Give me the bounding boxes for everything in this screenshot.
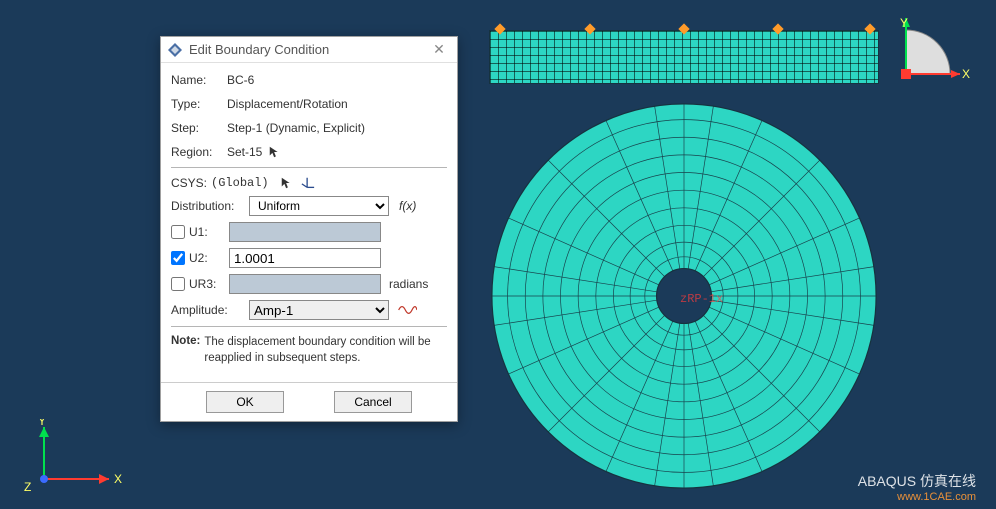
ur3-unit: radians (389, 277, 428, 291)
svg-text:Y: Y (900, 16, 908, 30)
u1-label: U1: (189, 225, 229, 239)
dialog-buttons: OK Cancel (161, 382, 457, 421)
type-label: Type: (171, 97, 227, 111)
note-text: The displacement boundary condition will… (204, 335, 447, 366)
distribution-select[interactable]: Uniform (249, 196, 389, 216)
watermark-line2: www.1CAE.com (858, 491, 976, 503)
axis-y-label: Y (38, 419, 46, 428)
app-icon (167, 42, 183, 58)
ur3-label: UR3: (189, 277, 229, 291)
ur3-checkbox[interactable] (171, 277, 185, 291)
cancel-button[interactable]: Cancel (334, 391, 412, 413)
close-icon[interactable]: ✕ (427, 41, 451, 58)
name-value: BC-6 (227, 73, 254, 87)
amplitude-label: Amplitude: (171, 303, 249, 317)
amplitude-curve-icon[interactable] (397, 302, 417, 318)
type-value: Displacement/Rotation (227, 97, 348, 111)
fx-icon[interactable]: f(x) (399, 199, 416, 213)
svg-text:X: X (962, 67, 970, 81)
dialog-titlebar[interactable]: Edit Boundary Condition ✕ (161, 37, 457, 63)
pick-region-icon[interactable] (268, 145, 282, 159)
u2-checkbox[interactable] (171, 251, 185, 265)
axis-z-label: Z (24, 480, 31, 494)
watermark-line1: ABAQUS 仿真在线 (858, 471, 976, 491)
viewport: zRP-1x X Y Z X Y ABAQUS 仿真在线 www.1CAE.co… (0, 0, 996, 509)
divider (171, 167, 447, 168)
dialog-title: Edit Boundary Condition (189, 42, 427, 57)
watermark: ABAQUS 仿真在线 www.1CAE.com (858, 471, 976, 503)
step-value: Step-1 (Dynamic, Explicit) (227, 121, 365, 135)
u1-input[interactable] (229, 222, 381, 242)
pick-csys-icon[interactable] (280, 176, 294, 190)
ok-button[interactable]: OK (206, 391, 284, 413)
ur3-input[interactable] (229, 274, 381, 294)
region-label: Region: (171, 145, 227, 159)
csys-value: (Global) (211, 176, 269, 190)
name-label: Name: (171, 73, 227, 87)
step-label: Step: (171, 121, 227, 135)
dialog-body: Name: BC-6 Type: Displacement/Rotation S… (161, 63, 457, 382)
u1-checkbox[interactable] (171, 225, 185, 239)
note: Note: The displacement boundary conditio… (171, 335, 447, 366)
csys-axes-icon[interactable] (300, 176, 316, 190)
u2-input[interactable] (229, 248, 381, 268)
distribution-label: Distribution: (171, 199, 249, 213)
region-value: Set-15 (227, 145, 262, 159)
edit-bc-dialog: Edit Boundary Condition ✕ Name: BC-6 Typ… (160, 36, 458, 422)
divider (171, 326, 447, 327)
u2-label: U2: (189, 251, 229, 265)
axis-x-label: X (114, 472, 122, 486)
beam-grid (490, 31, 878, 83)
csys-label: CSYS: (171, 176, 207, 190)
view-cube[interactable]: X Y (896, 14, 976, 94)
note-label: Note: (171, 335, 200, 366)
triad-bottom-left: X Y Z (14, 419, 124, 499)
beam-mesh (489, 30, 879, 84)
amplitude-select[interactable]: Amp-1 (249, 300, 389, 320)
datum-label: zRP-1x (680, 292, 723, 306)
